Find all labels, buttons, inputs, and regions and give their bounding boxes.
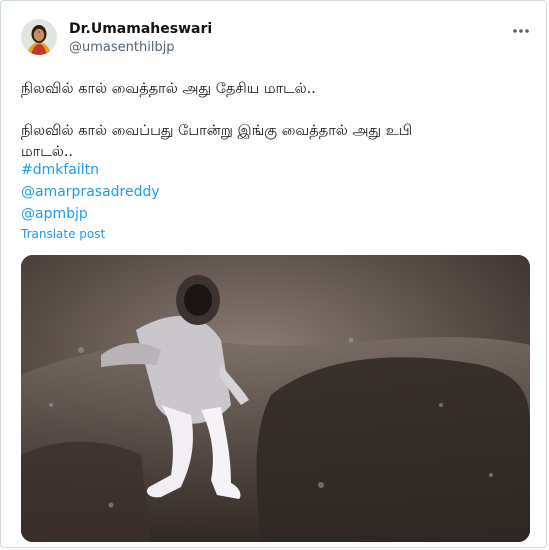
post-text-line-2: நிலவில் கால் வைப்பது போன்று இங்கு வைத்தா…	[21, 123, 413, 139]
translate-post-link[interactable]: Translate post	[21, 226, 105, 242]
author-display-name[interactable]: Dr.Umamaheswari	[69, 21, 212, 38]
avatar[interactable]	[21, 19, 57, 55]
mention-link-1[interactable]: @amarprasadreddy	[21, 182, 160, 202]
post-text-line-1: நிலவில் கால் வைத்தால் அது தேசிய மாடல்..	[21, 81, 316, 97]
post-video[interactable]	[21, 255, 530, 542]
hashtag-link[interactable]: #dmkfailtn	[21, 160, 99, 180]
more-horizontal-icon	[513, 29, 529, 33]
more-options-button[interactable]	[506, 19, 536, 43]
tweet-card: Dr.Umamaheswari @umasenthilbjp நிலவில் க…	[0, 0, 547, 548]
author-handle[interactable]: @umasenthilbjp	[69, 39, 175, 56]
mention-link-2[interactable]: @apmbjp	[21, 204, 88, 224]
